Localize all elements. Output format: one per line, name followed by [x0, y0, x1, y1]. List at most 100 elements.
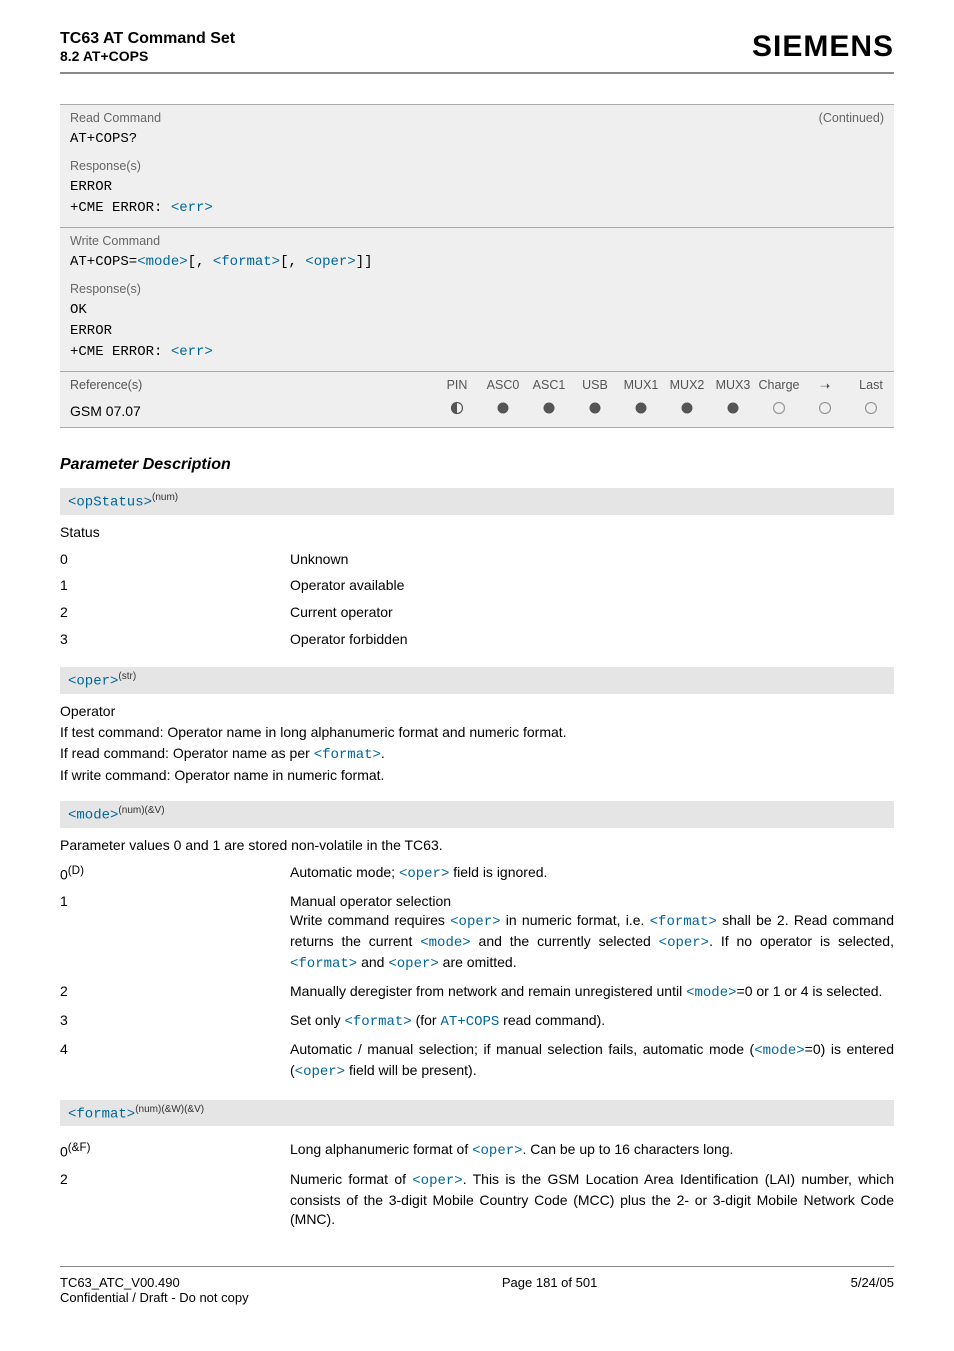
value-desc: Operator available: [290, 572, 894, 599]
text: +CME ERROR:: [70, 344, 171, 360]
half-circle-icon: [434, 399, 480, 423]
full-circle-icon: [572, 399, 618, 423]
oper-param-body: Operator If test command: Operator name …: [60, 694, 894, 792]
text: Write command requires: [290, 912, 450, 928]
value-key-sup: (&F): [68, 1141, 91, 1154]
text: in numeric format, i.e.: [501, 912, 650, 928]
text: Long alphanumeric format of: [290, 1141, 472, 1157]
value-desc: Long alphanumeric format of <oper>. Can …: [290, 1136, 894, 1166]
value-desc: Manual operator selection Write command …: [290, 888, 894, 978]
mode-param-body: Parameter values 0 and 1 are stored non-…: [60, 828, 894, 1090]
full-circle-icon: [480, 399, 526, 423]
oper-link[interactable]: <oper>: [412, 1173, 462, 1189]
table-row: 4 Automatic / manual selection; if manua…: [60, 1036, 894, 1086]
opstatus-values-table: 0Unknown 1Operator available 2Current op…: [60, 546, 894, 654]
text: read command).: [499, 1012, 605, 1028]
header-divider: [60, 72, 894, 74]
value-key: 2: [60, 1166, 290, 1233]
empty-circle-icon: [802, 399, 848, 423]
write-response-line: OK: [70, 300, 884, 321]
ref-col-last: Last: [848, 372, 894, 399]
text: field is ignored.: [449, 864, 547, 880]
reference-header-row: Reference(s) PIN ASC0 ASC1 USB MUX1 MUX2…: [60, 371, 894, 399]
value-key: 0(D): [60, 859, 290, 889]
mode-values-table: 0(D) Automatic mode; <oper> field is ign…: [60, 859, 894, 1086]
write-response-body: OK ERROR +CME ERROR: <err>: [60, 298, 894, 371]
oper-link[interactable]: <oper>: [659, 935, 709, 951]
value-desc: Automatic mode; <oper> field is ignored.: [290, 859, 894, 889]
mode-param-name: <mode>: [68, 808, 118, 824]
mode-param-link[interactable]: <mode>: [137, 254, 187, 270]
table-row: 2 Manually deregister from network and r…: [60, 978, 894, 1007]
siemens-logo: SIEMENS: [752, 30, 894, 64]
ref-col-usb: USB: [572, 372, 618, 399]
text: 0: [60, 867, 68, 883]
oper-param-header: <oper>(str): [60, 667, 894, 694]
mode-link[interactable]: <mode>: [754, 1043, 804, 1059]
text: . Can be up to 16 characters long.: [523, 1141, 734, 1157]
mode-link[interactable]: <mode>: [686, 985, 736, 1001]
format-param-sup: (num)(&W)(&V): [135, 1104, 204, 1115]
write-command-label-row: Write Command: [60, 228, 894, 252]
mode-intro: Parameter values 0 and 1 are stored non-…: [60, 836, 894, 855]
format-link[interactable]: <format>: [314, 747, 381, 763]
table-row: 0(&F) Long alphanumeric format of <oper>…: [60, 1136, 894, 1166]
err-param-link[interactable]: <err>: [171, 344, 213, 360]
page-footer: TC63_ATC_V00.490 Confidential / Draft - …: [60, 1275, 894, 1305]
table-row: 2 Numeric format of <oper>. This is the …: [60, 1166, 894, 1233]
text: . If no operator is selected,: [709, 933, 894, 949]
footer-divider: [60, 1266, 894, 1267]
reference-name: GSM 07.07: [60, 399, 434, 423]
opstatus-label: Status: [60, 523, 894, 542]
value-desc: Current operator: [290, 599, 894, 626]
ref-col-arrow: ➝: [802, 372, 848, 399]
format-link[interactable]: <format>: [650, 914, 717, 930]
write-response-line: +CME ERROR: <err>: [70, 342, 884, 363]
value-key: 2: [60, 599, 290, 626]
mode-link[interactable]: <mode>: [420, 935, 470, 951]
oper-param-sup: (str): [118, 671, 136, 682]
table-row: 1 Manual operator selection Write comman…: [60, 888, 894, 978]
value-key: 3: [60, 1007, 290, 1036]
reference-label: Reference(s): [60, 372, 434, 399]
format-param-link[interactable]: <format>: [213, 254, 280, 270]
full-circle-icon: [526, 399, 572, 423]
text: [,: [280, 254, 305, 270]
continued-label: (Continued): [819, 111, 884, 125]
write-command-block: Write Command AT+COPS=<mode>[, <format>[…: [60, 227, 894, 371]
format-param-body: 0(&F) Long alphanumeric format of <oper>…: [60, 1126, 894, 1236]
ref-col-mux3: MUX3: [710, 372, 756, 399]
parameter-description-heading: Parameter Description: [60, 456, 894, 474]
format-link[interactable]: <format>: [344, 1014, 411, 1030]
oper-link[interactable]: <oper>: [472, 1143, 522, 1159]
write-command-label: Write Command: [70, 234, 160, 248]
oper-param-name: <oper>: [68, 674, 118, 690]
oper-line: If read command: Operator name as per <f…: [60, 744, 894, 765]
oper-link[interactable]: <oper>: [388, 956, 438, 972]
oper-link[interactable]: <oper>: [450, 914, 500, 930]
footer-date: 5/24/05: [851, 1275, 894, 1305]
opstatus-param-header: <opStatus>(num): [60, 488, 894, 515]
value-desc: Numeric format of <oper>. This is the GS…: [290, 1166, 894, 1233]
doc-title: TC63 AT Command Set: [60, 30, 235, 48]
footer-confidential: Confidential / Draft - Do not copy: [60, 1290, 249, 1305]
oper-link[interactable]: <oper>: [295, 1064, 345, 1080]
full-circle-icon: [710, 399, 756, 423]
atcops-link[interactable]: AT+COPS: [440, 1014, 499, 1030]
page-header: TC63 AT Command Set 8.2 AT+COPS SIEMENS: [60, 30, 894, 64]
format-param-header: <format>(num)(&W)(&V): [60, 1100, 894, 1127]
read-response-body: ERROR +CME ERROR: <err>: [60, 175, 894, 227]
oper-link[interactable]: <oper>: [399, 866, 449, 882]
oper-param-link[interactable]: <oper>: [305, 254, 355, 270]
table-row: 3Operator forbidden: [60, 626, 894, 653]
value-key: 2: [60, 978, 290, 1007]
text: If read command: Operator name as per: [60, 745, 314, 761]
format-link[interactable]: <format>: [290, 956, 357, 972]
table-row: 0Unknown: [60, 546, 894, 573]
reference-data-row: GSM 07.07: [60, 399, 894, 428]
err-param-link[interactable]: <err>: [171, 200, 213, 216]
empty-circle-icon: [848, 399, 894, 423]
ref-col-mux1: MUX1: [618, 372, 664, 399]
write-response-label: Response(s): [60, 278, 894, 298]
text: 0: [60, 1144, 68, 1160]
